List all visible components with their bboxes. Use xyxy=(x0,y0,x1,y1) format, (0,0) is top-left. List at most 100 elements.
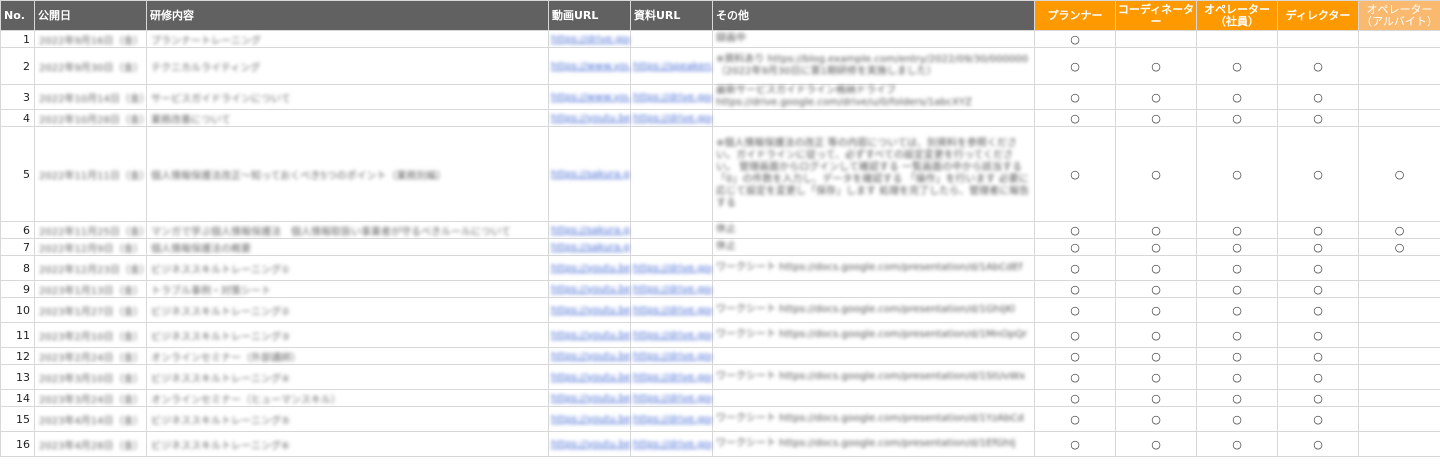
mark-planner: ○ xyxy=(1034,406,1116,432)
col-header-operator-part[interactable]: オペレーター （アルバイト） xyxy=(1358,0,1440,31)
col-header-date[interactable]: 公開日 xyxy=(34,0,147,31)
mark-operator-part xyxy=(1358,347,1440,365)
mark-operator-staff: ○ xyxy=(1196,238,1278,256)
material-url-link[interactable]: https://drive.goo xyxy=(630,255,713,281)
material-url-link[interactable]: https://speakerdeck xyxy=(630,47,713,85)
mark-operator-part xyxy=(1358,255,1440,281)
material-url-link[interactable] xyxy=(630,221,713,239)
operator-staff-line2: （社員） xyxy=(1215,14,1259,28)
mark-coordinator: ○ xyxy=(1115,280,1197,298)
video-url-link[interactable]: https://youtu.be/ xyxy=(548,406,631,432)
mark-coordinator xyxy=(1115,30,1197,48)
mark-operator-staff: ○ xyxy=(1196,84,1278,110)
video-url-link[interactable]: https://youtu.be/ xyxy=(548,389,631,407)
material-url-link[interactable] xyxy=(630,126,713,222)
material-url-link[interactable] xyxy=(630,30,713,48)
mark-director: ○ xyxy=(1277,406,1359,432)
material-url-link[interactable]: https://drive.goo xyxy=(630,406,713,432)
row-number: 1 xyxy=(0,30,35,48)
video-url-link[interactable]: https://drive.goo xyxy=(548,30,631,48)
table-body: 1 2022年9月16日（金） プランナートレーニング https://drive.g… xyxy=(0,30,1440,457)
row-number: 6 xyxy=(0,221,35,239)
other-notes: ワークシート https://docs.google.com/presentat… xyxy=(712,431,1035,457)
mark-operator-part xyxy=(1358,389,1440,407)
material-url-link[interactable]: https://drive.goo xyxy=(630,297,713,323)
video-url-link[interactable]: https://www.you xyxy=(548,47,631,85)
mark-director xyxy=(1277,30,1359,48)
video-url-link[interactable]: https://youtu.be/ xyxy=(548,280,631,298)
material-url-link[interactable]: https://drive.goo xyxy=(630,364,713,390)
row-number: 2 xyxy=(0,47,35,85)
row-number: 8 xyxy=(0,255,35,281)
material-url-link[interactable]: https://drive.goo xyxy=(630,431,713,457)
mark-planner: ○ xyxy=(1034,280,1116,298)
material-url-link[interactable]: https://drive.goo xyxy=(630,347,713,365)
mark-director: ○ xyxy=(1277,364,1359,390)
row-number: 3 xyxy=(0,84,35,110)
col-header-video-url[interactable]: 動画URL xyxy=(548,0,631,31)
video-url-link[interactable]: https://youtu.be/ xyxy=(548,364,631,390)
mark-operator-staff: ○ xyxy=(1196,47,1278,85)
other-notes: 録画中 xyxy=(712,30,1035,48)
publish-date: 2022年11月25日（金） xyxy=(34,221,147,239)
mark-planner: ○ xyxy=(1034,322,1116,348)
mark-coordinator: ○ xyxy=(1115,322,1197,348)
mark-planner: ○ xyxy=(1034,255,1116,281)
col-header-operator-staff[interactable]: オペレーター （社員） xyxy=(1196,0,1278,31)
mark-operator-staff: ○ xyxy=(1196,406,1278,432)
col-header-planner[interactable]: プランナー xyxy=(1034,0,1116,31)
mark-operator-part xyxy=(1358,406,1440,432)
video-url-link[interactable]: https://youtu.be/ xyxy=(548,109,631,127)
col-header-material-url[interactable]: 資料URL xyxy=(630,0,713,31)
video-url-link[interactable]: https://youtu.be/ xyxy=(548,347,631,365)
mark-planner: ○ xyxy=(1034,238,1116,256)
mark-coordinator: ○ xyxy=(1115,126,1197,222)
other-notes xyxy=(712,347,1035,365)
col-header-director[interactable]: ディレクター xyxy=(1277,0,1359,31)
material-url-link[interactable]: https://drive.goo xyxy=(630,322,713,348)
mark-operator-staff xyxy=(1196,30,1278,48)
video-url-link[interactable]: https://youtu.be/ xyxy=(548,255,631,281)
publish-date: 2022年12月9日（金） xyxy=(34,238,147,256)
mark-operator-part: ○ xyxy=(1358,238,1440,256)
table-row: 4 2022年10月28日（金） 業務改善について https://youtu.be/… xyxy=(0,109,1440,127)
training-content: オンラインセミナー（ヒューマンスキル） xyxy=(146,389,549,407)
publish-date: 2023年1月13日（金） xyxy=(34,280,147,298)
mark-coordinator: ○ xyxy=(1115,109,1197,127)
mark-director: ○ xyxy=(1277,109,1359,127)
video-url-link[interactable]: https://www.you xyxy=(548,84,631,110)
table-row: 15 2023年4月14日（金） ビジネススキルトレーニング⑤ https://you… xyxy=(0,406,1440,432)
col-header-no[interactable]: No. xyxy=(0,0,35,31)
video-url-link[interactable]: https://youtu.be/ xyxy=(548,297,631,323)
video-url-link[interactable]: https://youtu.be/ xyxy=(548,322,631,348)
row-number: 7 xyxy=(0,238,35,256)
mark-operator-part xyxy=(1358,322,1440,348)
material-url-link[interactable]: https://drive.goo xyxy=(630,280,713,298)
training-content: トラブル事例・対策シート xyxy=(146,280,549,298)
table-row: 6 2022年11月25日（金） マンガで学ぶ個人情報保護法 個人情報取扱い事業者が… xyxy=(0,221,1440,239)
mark-director: ○ xyxy=(1277,47,1359,85)
publish-date: 2022年10月14日（金） xyxy=(34,84,147,110)
mark-coordinator: ○ xyxy=(1115,347,1197,365)
material-url-link[interactable]: https://drive.goo xyxy=(630,84,713,110)
row-number: 5 xyxy=(0,126,35,222)
col-header-other[interactable]: その他 xyxy=(712,0,1035,31)
header-row: No. 公開日 研修内容 動画URL 資料URL その他 プランナー コーディネ… xyxy=(0,0,1440,31)
video-url-link[interactable]: https://sakura.goo xyxy=(548,221,631,239)
other-notes: ※資料あり https://blog.example.com/entry/202… xyxy=(712,47,1035,85)
video-url-link[interactable]: https://sakura.goo xyxy=(548,126,631,222)
mark-director: ○ xyxy=(1277,221,1359,239)
material-url-link[interactable]: https://drive.goo xyxy=(630,109,713,127)
col-header-content[interactable]: 研修内容 xyxy=(146,0,549,31)
material-url-link[interactable]: https://drive.goo xyxy=(630,389,713,407)
video-url-link[interactable]: https://sakura.goo xyxy=(548,238,631,256)
table-row: 2 2022年9月30日（金） テクニカルライティング https://www.you… xyxy=(0,47,1440,85)
mark-coordinator: ○ xyxy=(1115,84,1197,110)
table-row: 5 2022年11月11日（金） 個人情報保護法改正～知っておくべき5つのポイント（… xyxy=(0,126,1440,222)
col-header-coordinator[interactable]: コーディネーター xyxy=(1115,0,1197,31)
mark-operator-staff: ○ xyxy=(1196,364,1278,390)
video-url-link[interactable]: https://youtu.be/ xyxy=(548,431,631,457)
mark-operator-staff: ○ xyxy=(1196,126,1278,222)
material-url-link[interactable] xyxy=(630,238,713,256)
row-number: 4 xyxy=(0,109,35,127)
